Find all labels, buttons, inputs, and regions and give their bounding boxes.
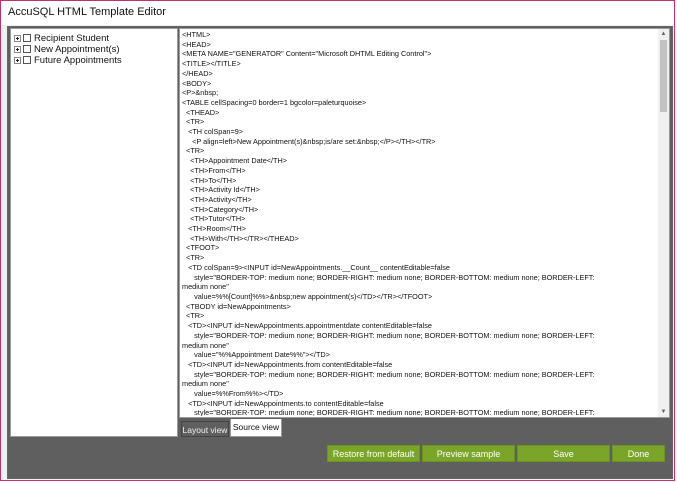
code-line: value="%%Appointment Date%%"></TD>	[182, 350, 330, 360]
chevron-down-icon[interactable]: ▼	[658, 407, 669, 417]
code-line: <TR>	[182, 146, 205, 156]
code-line: value=%%From%%></TD>	[182, 389, 284, 399]
expand-icon[interactable]	[14, 34, 21, 42]
code-line: <TH>Category</TH>	[182, 204, 259, 214]
code-line: <TH>Activity Id</TH>	[182, 185, 260, 195]
code-line: <HTML>	[182, 30, 211, 39]
code-line: <THEAD>	[182, 107, 220, 117]
tree-item-label: Future Appointments	[34, 54, 122, 66]
editor-area: Recipient Student New Appointment(s) Fut…	[7, 26, 673, 479]
field-tree: Recipient Student New Appointment(s) Fut…	[10, 28, 178, 437]
scrollbar-thumb[interactable]	[660, 40, 667, 112]
code-line: <P align=left>New Appointment(s)&nbsp;is…	[182, 136, 436, 146]
code-line: <TD><INPUT id=NewAppointments.appointmen…	[182, 321, 432, 331]
window-title: AccuSQL HTML Template Editor	[8, 6, 166, 18]
source-editor[interactable]: <HTML> <HEAD> <META NAME="GENERATOR" Conte…	[179, 28, 670, 418]
code-line: <TABLE cellSpacing=0 border=1 bgcolor=pa…	[182, 97, 367, 107]
save-button[interactable]: Save	[517, 445, 610, 462]
preview-sample-button[interactable]: Preview sample	[422, 445, 515, 462]
code-line: <TH>From</TH>	[182, 165, 246, 175]
tab-source-view[interactable]: Source view	[230, 419, 282, 437]
code-line: medium none"	[182, 379, 229, 389]
code-line: <HEAD>	[182, 39, 211, 49]
code-line: </HEAD>	[182, 68, 213, 78]
code-line: medium none"	[182, 340, 229, 350]
template-editor-window: AccuSQL HTML Template Editor Recipient S…	[0, 0, 675, 481]
source-code-text[interactable]: <HTML> <HEAD> <META NAME="GENERATOR" Conte…	[182, 30, 658, 416]
tab-layout-view[interactable]: Layout view	[181, 421, 229, 437]
restore-default-button[interactable]: Restore from default	[327, 445, 420, 462]
code-line: style="BORDER-TOP: medium none; BORDER-R…	[182, 369, 595, 379]
code-line: style="BORDER-TOP: medium none; BORDER-R…	[182, 408, 595, 416]
chevron-up-icon[interactable]: ▲	[658, 29, 669, 39]
code-line: <TH>With</TH></TR></THEAD>	[182, 233, 299, 243]
code-line: <TITLE></TITLE>	[182, 59, 241, 69]
code-line: medium none"	[182, 282, 229, 292]
tree-checkbox[interactable]	[23, 34, 31, 42]
tree-item-label: New Appointment(s)	[34, 43, 120, 55]
code-line: <TH>Activity</TH>	[182, 194, 252, 204]
code-line: <TH colSpan=9>	[182, 127, 244, 137]
code-line: <TFOOT>	[182, 243, 220, 253]
code-line: <BODY>	[182, 78, 212, 88]
expand-icon[interactable]	[14, 56, 21, 64]
code-line: <TH>Appointment Date</TH>	[182, 156, 288, 166]
code-line: <P>&nbsp;	[182, 88, 219, 98]
code-line: style="BORDER-TOP: medium none; BORDER-R…	[182, 330, 595, 340]
tree-item-future-appointments[interactable]: Future Appointments	[14, 54, 122, 66]
done-button[interactable]: Done	[612, 445, 665, 462]
tree-checkbox[interactable]	[23, 45, 31, 53]
code-line: <TBODY id=NewAppointments>	[182, 301, 291, 311]
code-line: style="BORDER-TOP: medium none; BORDER-R…	[182, 272, 595, 282]
code-line: <META NAME="GENERATOR" Content="Microsof…	[182, 49, 432, 59]
title-bar: AccuSQL HTML Template Editor	[1, 1, 674, 25]
expand-icon[interactable]	[14, 45, 21, 53]
vertical-scrollbar[interactable]: ▲ ▼	[658, 29, 669, 417]
code-line: <TR>	[182, 311, 205, 321]
code-line: value=%%[Count]%%>&nbsp;new appointment(…	[182, 291, 433, 301]
code-line: <TD><INPUT id=NewAppointments.from conte…	[182, 359, 393, 369]
code-line: <TD><INPUT id=NewAppointments.to content…	[182, 398, 384, 408]
code-line: <TD colSpan=9><INPUT id=NewAppointments.…	[182, 262, 450, 272]
code-line: <TH>To</TH>	[182, 175, 237, 185]
code-line: <TH>Tutor</TH>	[182, 214, 246, 224]
tree-item-label: Recipient Student	[34, 32, 109, 44]
code-line: <TH>Room</TH>	[182, 224, 247, 234]
code-line: <TR>	[182, 253, 205, 263]
code-line: <TR>	[182, 117, 205, 127]
tree-checkbox[interactable]	[23, 56, 31, 64]
